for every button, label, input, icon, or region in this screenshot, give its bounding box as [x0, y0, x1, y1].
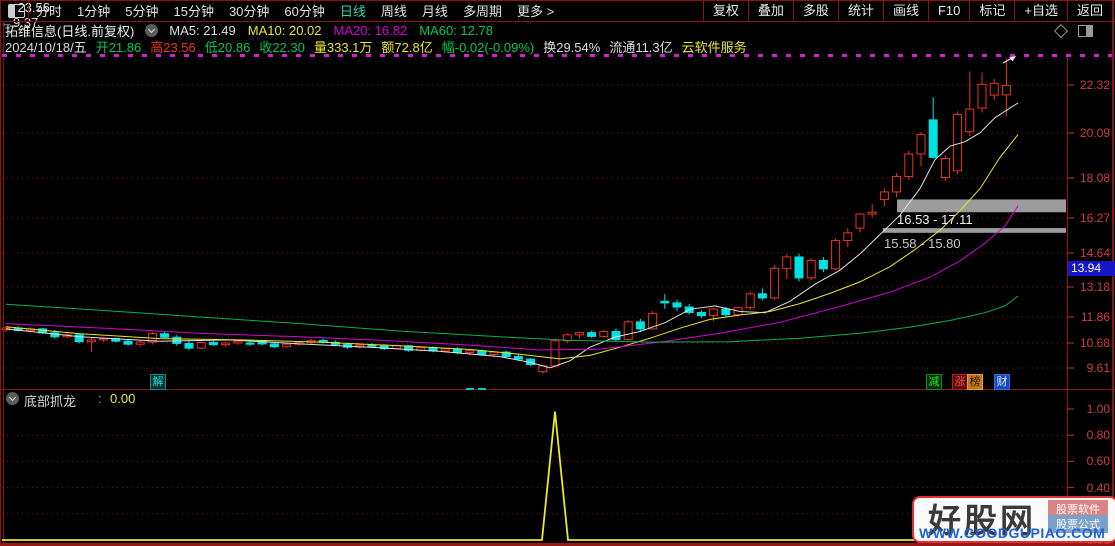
- watermark: 好股网 股票软件 股票公式 WWW.GOODGUPIAO.COM: [912, 496, 1115, 543]
- y-axis-label: 14.64: [1079, 246, 1110, 260]
- event-badge-解[interactable]: 解: [150, 374, 166, 390]
- sub-axis-label: 0.80: [1086, 428, 1110, 443]
- gap-zone-label: 16.53 - 17.11: [897, 212, 973, 227]
- sub-indicator-line: [2, 411, 1065, 541]
- y-axis-label: 13.18: [1079, 280, 1110, 294]
- y-axis-label: 9.61: [1086, 361, 1110, 375]
- gap-zone-label: 15.58 - 15.80: [884, 236, 961, 251]
- axis-event-marker: [466, 388, 474, 390]
- ma-line-MA10: [5, 134, 1019, 360]
- ma-line-MA60: [5, 295, 1019, 343]
- y-axis-label: 10.68: [1079, 336, 1110, 350]
- trading-app-window: 分时 1分钟 5分钟 15分钟 30分钟 60分钟 日线 周线 月线 多周期 更多 > 复权 叠加 多股…: [0, 0, 1115, 546]
- ma-lines: [5, 102, 1019, 369]
- watermark-url: WWW.GOODGUPIAO.COM: [919, 525, 1106, 541]
- sub-axis-label: 0.40: [1086, 480, 1110, 495]
- event-badge-涨[interactable]: 涨: [952, 374, 968, 390]
- y-axis-label: 11.86: [1080, 310, 1110, 324]
- candles: [1, 58, 1011, 374]
- y-axis-label: 18.08: [1079, 171, 1110, 185]
- ma-line-MA20: [5, 205, 1019, 351]
- last-price-marker: 13.94: [1068, 261, 1115, 277]
- y-axis-label: 22.32: [1079, 78, 1110, 92]
- sub-axis-label: 0.60: [1086, 454, 1110, 469]
- y-axis-label: 20.09: [1079, 126, 1110, 140]
- axis-event-marker: [478, 388, 486, 390]
- event-badge-财[interactable]: 财: [994, 374, 1010, 390]
- chart-canvas[interactable]: [0, 0, 1115, 546]
- ma-line-MA5: [5, 102, 1019, 369]
- event-badge-减[interactable]: 减: [926, 374, 942, 390]
- y-axis-label: 16.27: [1079, 211, 1110, 225]
- sub-axis-label: 1.00: [1086, 402, 1110, 416]
- event-badge-榜[interactable]: 榜: [967, 374, 983, 390]
